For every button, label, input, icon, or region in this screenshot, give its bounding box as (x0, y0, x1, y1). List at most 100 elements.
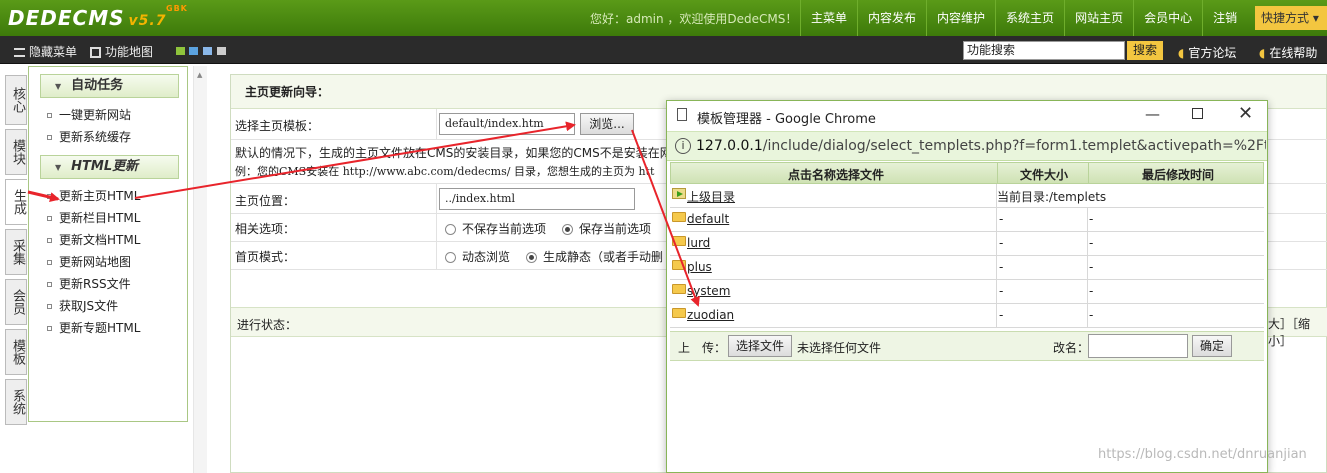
nav-site-home[interactable]: 网站主页 (1064, 0, 1133, 36)
site-map-button[interactable]: 功能地图 (90, 43, 153, 60)
address-bar[interactable]: i 127.0.0.1/include/dialog/select_temple… (667, 131, 1267, 161)
file-mtime: - (1089, 284, 1094, 298)
section-html-update[interactable]: ▼ HTML更新 (40, 155, 179, 179)
file-size: - (999, 284, 1004, 298)
dialog-titlebar: 模板管理器 - Google Chrome — ✕ (667, 101, 1267, 131)
rename-input[interactable] (1088, 334, 1188, 358)
nav-system-home[interactable]: 系统主页 (995, 0, 1064, 36)
folder-link-system[interactable]: system (687, 284, 730, 298)
toolbar: 隐藏菜单 功能地图 功能搜索 搜索 ◖ 官方论坛 ◖ 在线帮助 (0, 36, 1327, 64)
menu-icon (14, 48, 25, 57)
note-line-2: 例：您的CMS安装在 http://www.abc.com/dedecms/ 目… (235, 165, 655, 178)
choose-file-button[interactable]: 选择文件 (728, 335, 792, 357)
minimize-icon[interactable]: — (1145, 105, 1160, 123)
top-nav: 主菜单 内容发布 内容维护 系统主页 网站主页 会员中心 注销 (800, 0, 1247, 36)
url-text[interactable]: 127.0.0.1/include/dialog/select_templets… (696, 138, 1266, 154)
folder-link-lurd[interactable]: lurd (687, 236, 710, 250)
quick-shortcut-button[interactable]: 快捷方式 ▾ (1255, 6, 1327, 30)
column-divider (436, 214, 437, 242)
menu-item-get-js[interactable]: 获取JS文件 (29, 295, 187, 317)
online-help-link[interactable]: ◖ 在线帮助 (1259, 44, 1317, 61)
bullet-icon (47, 113, 52, 118)
maximize-icon[interactable] (1192, 108, 1203, 119)
folder-icon (672, 260, 686, 270)
tab-module[interactable]: 模块 (5, 129, 27, 175)
search-button[interactable]: 搜索 (1127, 41, 1163, 60)
menu-item-update-cache[interactable]: 更新系统缓存 (29, 126, 187, 148)
menu-item-update-column-html[interactable]: 更新栏目HTML (29, 207, 187, 229)
radio-static[interactable]: 生成静态（或者手动删 (526, 248, 663, 265)
function-search-input[interactable]: 功能搜索 (963, 41, 1125, 60)
file-mtime: - (1089, 260, 1094, 274)
upload-bar: 上 传： 选择文件 未选择任何文件 改名： 确定 (670, 331, 1264, 361)
bullet-icon (47, 304, 52, 309)
folder-link-zuodian[interactable]: zuodian (687, 308, 734, 322)
tab-system[interactable]: 系统 (5, 379, 27, 425)
bullet-icon (47, 282, 52, 287)
col-mtime-header: 最后修改时间 (1142, 168, 1215, 182)
menu-item-update-topic-html[interactable]: 更新专题HTML (29, 317, 187, 339)
tab-member[interactable]: 会员 (5, 279, 27, 325)
logo[interactable]: DEDECMS v5.7 GBK (8, 4, 187, 30)
divider-scrollbar[interactable]: ▲ (193, 66, 207, 473)
folder-icon (672, 308, 686, 318)
tab-core[interactable]: 核心 (5, 75, 27, 125)
official-forum-link[interactable]: ◖ 官方论坛 (1178, 44, 1236, 61)
file-size: - (999, 212, 1004, 226)
file-size: - (999, 260, 1004, 274)
menu-item-update-site[interactable]: 一键更新网站 (29, 104, 187, 126)
folder-link-plus[interactable]: plus (687, 260, 712, 274)
folder-link-default[interactable]: default (687, 212, 729, 226)
progress-label: 进行状态： (237, 318, 298, 332)
folder-icon (672, 212, 686, 222)
radio-dynamic[interactable]: 动态浏览 (445, 248, 510, 265)
skin-lightblue-icon[interactable] (203, 47, 212, 55)
scroll-up-icon[interactable]: ▲ (197, 71, 202, 79)
radio-save[interactable]: 保存当前选项 (562, 220, 651, 237)
radio-checked-icon (562, 224, 573, 235)
tab-template[interactable]: 模板 (5, 329, 27, 375)
template-input[interactable]: default/index.htm (439, 113, 575, 135)
menu-item-update-sitemap[interactable]: 更新网站地图 (29, 251, 187, 273)
chevron-down-icon: ▼ (55, 163, 62, 172)
section-auto-task[interactable]: ▼ 自动任务 (40, 74, 179, 98)
nav-main-menu[interactable]: 主菜单 (800, 0, 857, 36)
file-mtime: - (1089, 308, 1094, 322)
col-name-header: 点击名称选择文件 (788, 168, 885, 182)
parent-dir-link[interactable]: 上级目录 (687, 188, 735, 205)
column-divider (436, 109, 437, 140)
nav-content-maintain[interactable]: 内容维护 (926, 0, 995, 36)
nav-content-publish[interactable]: 内容发布 (857, 0, 926, 36)
note-line-1: 默认的情况下，生成的主页文件放在CMS的安装目录，如果您的CMS不是安装在网站 (235, 146, 684, 160)
table-row: default - - (670, 208, 1264, 232)
tab-generate[interactable]: 生成 (5, 179, 27, 225)
menu-item-update-home-html[interactable]: 更新主页HTML (29, 185, 187, 207)
browse-button[interactable]: 浏览... (580, 113, 634, 135)
radio-nosave[interactable]: 不保存当前选项 (445, 220, 546, 237)
page-icon (677, 108, 687, 121)
folder-up-icon (672, 188, 686, 199)
skin-blue-icon[interactable] (189, 47, 198, 55)
skin-green-icon[interactable] (176, 47, 185, 55)
upload-label: 上 传： (678, 341, 727, 355)
nav-logout[interactable]: 注销 (1202, 0, 1247, 36)
watermark: https://blog.csdn.net/dnruanjian (1098, 447, 1307, 462)
ok-button[interactable]: 确定 (1192, 335, 1232, 357)
template-label: 选择主页模板： (235, 119, 320, 133)
nav-member-center[interactable]: 会员中心 (1133, 0, 1202, 36)
left-menu-panel: ▼ 自动任务 一键更新网站 更新系统缓存 ▼ HTML更新 更新主页HTML 更新栏… (28, 66, 188, 422)
file-mtime: - (1089, 236, 1094, 250)
menu-item-update-rss[interactable]: 更新RSS文件 (29, 273, 187, 295)
menu-item-update-doc-html[interactable]: 更新文档HTML (29, 229, 187, 251)
table-row: lurd - - (670, 232, 1264, 256)
table-row: plus - - (670, 256, 1264, 280)
close-icon[interactable]: ✕ (1238, 103, 1253, 124)
position-input[interactable]: ../index.html (439, 188, 635, 210)
col-size-header: 文件大小 (1020, 168, 1069, 182)
info-icon[interactable]: i (675, 138, 691, 154)
skin-gray-icon[interactable] (217, 47, 226, 55)
hide-menu-button[interactable]: 隐藏菜单 (14, 43, 77, 60)
tab-collect[interactable]: 采集 (5, 229, 27, 275)
no-file-text: 未选择任何文件 (797, 341, 882, 355)
zoom-links[interactable]: 大］［缩小］ (1268, 315, 1327, 349)
